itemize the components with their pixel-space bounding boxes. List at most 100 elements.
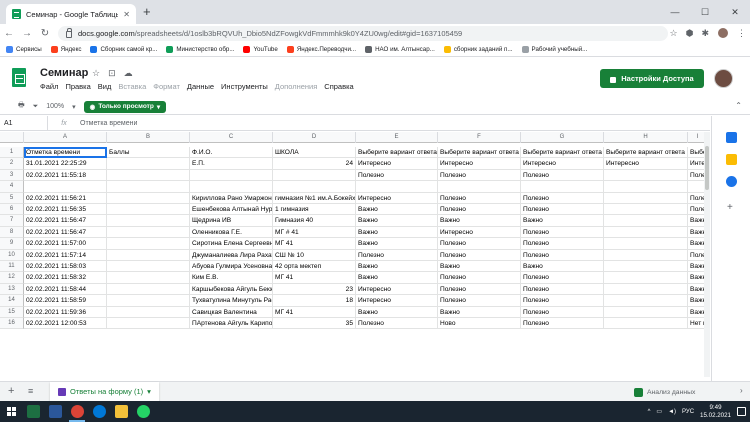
formula-input[interactable]: Отметка времени (80, 120, 137, 127)
table-cell[interactable] (604, 181, 688, 193)
explore-button[interactable]: Анализ данных (634, 385, 695, 399)
table-cell[interactable] (604, 261, 688, 273)
view-only-button[interactable]: ◉ Только просмотр ▾ (83, 100, 167, 113)
row-header[interactable]: 3 (0, 169, 24, 182)
move-folder-icon[interactable]: ⊡ (108, 68, 116, 79)
clock[interactable]: 9:49 15.02.2021 (700, 404, 731, 420)
bookmark-item[interactable]: Министерство обр... (166, 46, 234, 53)
table-cell[interactable]: Сиротина Елена Сергеевна (190, 238, 273, 250)
table-cell[interactable]: 18 (273, 295, 356, 307)
row-header[interactable]: 1 (0, 147, 24, 159)
scrollbar-thumb[interactable] (705, 146, 709, 190)
table-cell[interactable]: Полезно (521, 249, 604, 261)
row-header[interactable]: 2 (0, 158, 24, 170)
table-cell[interactable]: Полезно (521, 318, 604, 330)
table-cell[interactable] (604, 283, 688, 296)
row-header[interactable]: 10 (0, 249, 24, 261)
forward-icon[interactable]: → (18, 28, 36, 39)
add-addon-icon[interactable]: + (727, 202, 733, 213)
header-cell[interactable]: Выберите вариант ответа (521, 147, 604, 159)
menu-item[interactable]: Файл (40, 82, 58, 91)
table-cell[interactable] (604, 306, 688, 318)
table-cell[interactable]: Полезно (356, 169, 438, 182)
table-cell[interactable] (107, 318, 190, 330)
table-cell[interactable] (107, 238, 190, 250)
minimize-icon[interactable]: — (660, 0, 690, 24)
profile-avatar[interactable] (717, 27, 729, 39)
table-cell[interactable]: 23 (273, 283, 356, 296)
table-cell[interactable]: 02.02.2021 11:57:00 (24, 238, 107, 250)
header-cell[interactable]: Выберите вариант ответа (438, 147, 521, 159)
header-cell[interactable]: Баллы (107, 147, 190, 159)
filter-icon[interactable]: ⏷ (33, 103, 39, 111)
column-header[interactable]: H (604, 132, 688, 143)
table-cell[interactable] (190, 181, 273, 193)
table-cell[interactable]: Абуова Гулмира Усеновна (190, 261, 273, 273)
menu-item[interactable]: Справка (324, 82, 353, 91)
add-sheet-icon[interactable]: + (8, 385, 14, 397)
bookmark-item[interactable]: Яндекс.Переводчи... (286, 46, 356, 53)
table-cell[interactable]: Важно (356, 261, 438, 273)
table-cell[interactable]: ПАртенова Айгуль Кариповна (190, 318, 273, 330)
table-cell[interactable]: 24 (273, 158, 356, 170)
table-cell[interactable]: Ким Е.В. (190, 272, 273, 284)
row-header[interactable]: 5 (0, 192, 24, 204)
table-cell[interactable]: Гимназия 40 (273, 215, 356, 227)
table-cell[interactable]: 1 гимназия (273, 204, 356, 216)
table-cell[interactable] (24, 181, 107, 193)
sheet-list-icon[interactable]: ≡ (28, 386, 33, 396)
menu-item[interactable]: Вид (98, 82, 112, 91)
select-all-corner[interactable] (0, 132, 24, 143)
column-header[interactable]: F (438, 132, 521, 143)
table-cell[interactable] (604, 192, 688, 204)
reload-icon[interactable]: ↻ (36, 28, 54, 39)
row-header[interactable]: 9 (0, 238, 24, 250)
browser-tab[interactable]: Семинар - Google Таблицы ✕ (6, 4, 136, 24)
table-cell[interactable] (107, 272, 190, 284)
table-cell[interactable]: Е.П. (190, 158, 273, 170)
bookmark-item[interactable]: Сервисы (6, 46, 42, 53)
table-cell[interactable]: Полезно (438, 249, 521, 261)
header-cell[interactable]: Выберите вариант ответа (356, 147, 438, 159)
name-box[interactable]: A1 (0, 116, 48, 130)
column-header[interactable]: B (107, 132, 190, 143)
chevron-down-icon[interactable]: ▾ (147, 387, 151, 396)
header-cell[interactable]: Отметка времени (24, 147, 107, 159)
table-cell[interactable]: Щедрина ИВ (190, 215, 273, 227)
table-cell[interactable]: Ново (438, 318, 521, 330)
table-cell[interactable]: Важно (356, 238, 438, 250)
table-cell[interactable] (107, 158, 190, 170)
table-cell[interactable]: 02.02.2021 11:58:44 (24, 283, 107, 296)
keep-icon[interactable] (726, 154, 737, 165)
volume-icon[interactable]: ◄) (668, 409, 676, 415)
user-avatar[interactable] (714, 69, 733, 88)
sheets-logo-icon[interactable] (12, 68, 26, 87)
start-button[interactable] (0, 401, 22, 422)
menu-icon[interactable]: ⋮ (737, 28, 746, 39)
table-cell[interactable] (107, 192, 190, 204)
table-cell[interactable]: 02.02.2021 11:56:47 (24, 215, 107, 227)
table-cell[interactable] (107, 249, 190, 261)
table-cell[interactable]: СШ № 10 (273, 249, 356, 261)
table-cell[interactable] (604, 226, 688, 239)
header-cell[interactable]: Выберите вариант ответа (604, 147, 688, 159)
table-cell[interactable]: Полезно (521, 283, 604, 296)
star-icon[interactable]: ☆ (92, 68, 100, 79)
table-cell[interactable]: МГ 41 (273, 238, 356, 250)
table-cell[interactable]: Важно (438, 261, 521, 273)
table-cell[interactable] (604, 318, 688, 330)
table-cell[interactable] (107, 306, 190, 318)
table-cell[interactable] (273, 169, 356, 182)
table-cell[interactable]: гимназия №1 им.А.Бокейханова (273, 192, 356, 204)
network-icon[interactable]: ▭ (656, 408, 662, 415)
row-header[interactable]: 12 (0, 272, 24, 284)
column-header[interactable]: G (521, 132, 604, 143)
row-header[interactable]: 15 (0, 306, 24, 318)
row-header[interactable]: 11 (0, 261, 24, 273)
table-cell[interactable]: 02.02.2021 11:55:18 (24, 169, 107, 182)
table-cell[interactable]: 02.02.2021 11:58:59 (24, 295, 107, 307)
tasks-icon[interactable] (726, 176, 737, 187)
table-cell[interactable]: Тухватулина Минутуль Рафаиловна (190, 295, 273, 307)
table-cell[interactable]: Полезно (521, 272, 604, 284)
table-cell[interactable] (604, 249, 688, 261)
